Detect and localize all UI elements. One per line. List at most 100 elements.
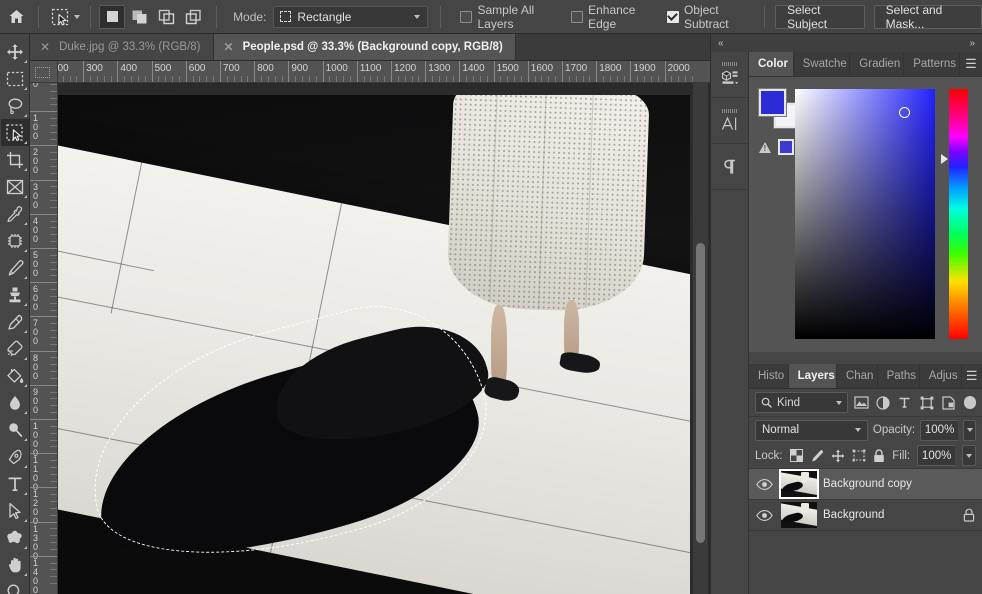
rectangular-marquee-tool[interactable] — [1, 65, 29, 92]
type-tool[interactable] — [1, 470, 29, 497]
canvas-area[interactable] — [58, 83, 710, 594]
eye-icon[interactable] — [753, 509, 775, 521]
ruler-corner[interactable] — [30, 61, 58, 83]
horizontal-ruler[interactable]: 200 300 400 500 600 700 800 900 1000 1100 1200 1300… — [58, 61, 710, 83]
mode-dropdown[interactable]: Rectangle — [273, 5, 428, 28]
ruler-subtick — [50, 220, 57, 222]
ruler-subtick — [50, 118, 57, 120]
select-subject-button[interactable]: Select Subject — [775, 3, 865, 31]
lock-image-pixels-icon[interactable] — [810, 448, 824, 464]
pixel-layer-filter-icon[interactable] — [852, 392, 870, 413]
add-to-selection-button[interactable] — [126, 5, 152, 29]
ruler-tick: 1300 — [425, 61, 450, 82]
blur-tool[interactable] — [1, 389, 29, 416]
document-tab-people[interactable]: ✕ People.psd @ 33.3% (Background copy, R… — [213, 34, 516, 60]
panel-menu-icon[interactable]: ☰ — [962, 364, 982, 388]
lasso-tool[interactable] — [1, 92, 29, 119]
libraries-panel-button[interactable] — [711, 52, 748, 98]
lock-position-icon[interactable] — [831, 448, 845, 464]
dodge-tool[interactable] — [1, 416, 29, 443]
tab-layers[interactable]: Layers — [788, 364, 837, 388]
eye-icon[interactable] — [753, 478, 775, 490]
tab-adjustments[interactable]: Adjus — [919, 364, 962, 388]
frame-tool[interactable] — [1, 173, 29, 200]
enhance-edge-checkbox[interactable]: Enhance Edge — [571, 3, 653, 31]
object-selection-tool[interactable] — [0, 119, 29, 146]
ruler-subtick — [213, 76, 215, 82]
layer-name[interactable]: Background copy — [823, 478, 982, 490]
eraser-tool[interactable] — [1, 335, 29, 362]
fill-value[interactable]: 100% — [917, 445, 956, 466]
layer-row[interactable]: Background copy — [749, 469, 982, 500]
smart-object-filter-icon[interactable] — [940, 392, 958, 413]
move-tool[interactable] — [1, 38, 29, 65]
select-and-mask-button[interactable]: Select and Mask... — [873, 3, 982, 31]
gamut-warning-row[interactable] — [759, 139, 794, 155]
layers-panel-body: Kind Normal Opacity: 100% Lock: Fill: 10… — [749, 389, 982, 531]
layer-kind-dropdown[interactable]: Kind — [755, 392, 849, 413]
shape-tool[interactable] — [1, 524, 29, 551]
vertical-ruler[interactable]: 0 100 200 300 400 500 600 700 800 900 1000 1100 1200… — [30, 83, 58, 594]
close-icon[interactable]: ✕ — [224, 41, 234, 53]
blend-mode-dropdown[interactable]: Normal — [755, 419, 868, 441]
crop-tool[interactable] — [1, 146, 29, 173]
character-panel-button[interactable] — [711, 98, 748, 144]
lock-transparent-pixels-icon[interactable] — [789, 448, 803, 464]
saturation-value-field[interactable] — [795, 89, 935, 339]
zoom-tool[interactable] — [1, 578, 29, 594]
history-brush-tool[interactable] — [1, 308, 29, 335]
opacity-stepper[interactable] — [963, 419, 976, 441]
ruler-subtick — [50, 405, 57, 407]
tab-gradients[interactable]: Gradien — [850, 52, 905, 76]
shape-layer-filter-icon[interactable] — [918, 392, 936, 413]
collapse-double-left-icon[interactable]: « — [718, 38, 724, 49]
layer-thumbnail[interactable] — [781, 502, 817, 528]
home-button[interactable] — [0, 0, 32, 34]
in-gamut-color-swatch[interactable] — [778, 139, 794, 155]
ruler-subtick — [50, 289, 57, 291]
lock-icon[interactable] — [956, 508, 982, 522]
foreground-color-swatch[interactable] — [758, 88, 787, 117]
fill-stepper[interactable] — [962, 445, 976, 466]
layer-thumbnail[interactable] — [781, 471, 817, 497]
subtract-from-selection-button[interactable] — [153, 5, 179, 29]
sample-all-layers-checkbox[interactable]: Sample All Layers — [460, 3, 557, 31]
paragraph-panel-button[interactable] — [711, 144, 748, 190]
gradient-tool[interactable] — [1, 362, 29, 389]
artboard[interactable] — [58, 95, 690, 594]
tab-channels[interactable]: Chan — [836, 364, 878, 388]
close-icon[interactable]: ✕ — [40, 41, 50, 53]
lock-all-icon[interactable] — [873, 448, 886, 464]
tool-preset-picker[interactable] — [45, 4, 84, 30]
spot-healing-brush-tool[interactable] — [1, 227, 29, 254]
opacity-value[interactable]: 100% — [920, 419, 959, 441]
new-selection-button[interactable] — [99, 4, 126, 29]
layer-name[interactable]: Background — [823, 509, 950, 521]
tab-history[interactable]: Histo — [749, 364, 789, 388]
hand-tool[interactable] — [1, 551, 29, 578]
tab-swatches[interactable]: Swatche — [793, 52, 851, 76]
panel-menu-icon[interactable]: ☰ — [960, 52, 982, 76]
intersect-selection-button[interactable] — [180, 5, 206, 29]
canvas-vertical-scrollbar[interactable] — [692, 83, 708, 594]
document-tab-duke[interactable]: ✕ Duke.jpg @ 33.3% (RGB/8) — [30, 34, 214, 60]
clone-stamp-tool[interactable] — [1, 281, 29, 308]
tab-paths[interactable]: Paths — [877, 364, 920, 388]
adjustment-layer-filter-icon[interactable] — [874, 392, 892, 413]
brush-tool[interactable] — [1, 254, 29, 281]
lock-artboard-icon[interactable] — [852, 448, 866, 464]
pen-tool[interactable] — [1, 443, 29, 470]
hue-slider-cursor[interactable] — [941, 154, 948, 164]
filter-toggle[interactable] — [963, 396, 976, 409]
eyedropper-tool[interactable] — [1, 200, 29, 227]
expand-double-right-icon[interactable]: » — [969, 38, 975, 49]
object-subtract-checkbox[interactable]: Object Subtract — [666, 3, 752, 31]
path-selection-tool[interactable] — [1, 497, 29, 524]
tab-color[interactable]: Color — [749, 52, 794, 76]
layer-row[interactable]: Background — [749, 500, 982, 531]
tab-patterns[interactable]: Patterns — [904, 52, 960, 76]
color-picker-cursor[interactable] — [899, 107, 910, 118]
canvas-scroll-thumb[interactable] — [696, 243, 705, 543]
hue-slider[interactable] — [949, 89, 968, 339]
type-layer-filter-icon[interactable] — [896, 392, 914, 413]
